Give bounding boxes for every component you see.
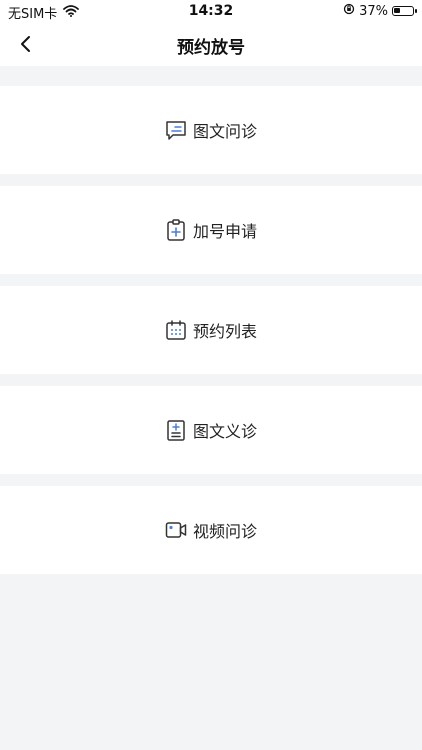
menu-item-video-consult[interactable]: 视频问诊: [0, 486, 422, 574]
menu-item-add-number-request[interactable]: 加号申请: [0, 186, 422, 274]
menu-item-label: 加号申请: [192, 222, 257, 241]
video-camera-icon: [165, 519, 187, 541]
battery-icon: [392, 6, 417, 16]
menu-item-image-text-free-clinic[interactable]: 图文义诊: [0, 386, 422, 474]
menu-list: 图文问诊 加号申请 预约列表 图文义诊 视频问诊: [0, 86, 422, 586]
page-title: 预约放号: [177, 38, 245, 58]
battery-fill: [394, 8, 400, 13]
calendar-icon: [165, 319, 187, 341]
menu-item-appointment-list[interactable]: 预约列表: [0, 286, 422, 374]
menu-item-image-text-consult[interactable]: 图文问诊: [0, 86, 422, 174]
menu-item-label: 预约列表: [192, 322, 257, 341]
clipboard-plus-icon: [165, 219, 187, 241]
menu-item-label: 图文义诊: [192, 422, 257, 441]
battery-percent: 37%: [359, 3, 388, 19]
chat-message-icon: [165, 119, 187, 141]
nav-bar: 预约放号: [0, 22, 422, 66]
menu-item-label: 图文问诊: [192, 122, 257, 141]
status-bar: 无SIM卡 14:32 37%: [0, 0, 422, 22]
document-plus-icon: [165, 419, 187, 441]
orientation-lock-icon: [343, 3, 355, 19]
menu-item-label: 视频问诊: [192, 522, 257, 541]
status-right: 37%: [343, 3, 417, 19]
